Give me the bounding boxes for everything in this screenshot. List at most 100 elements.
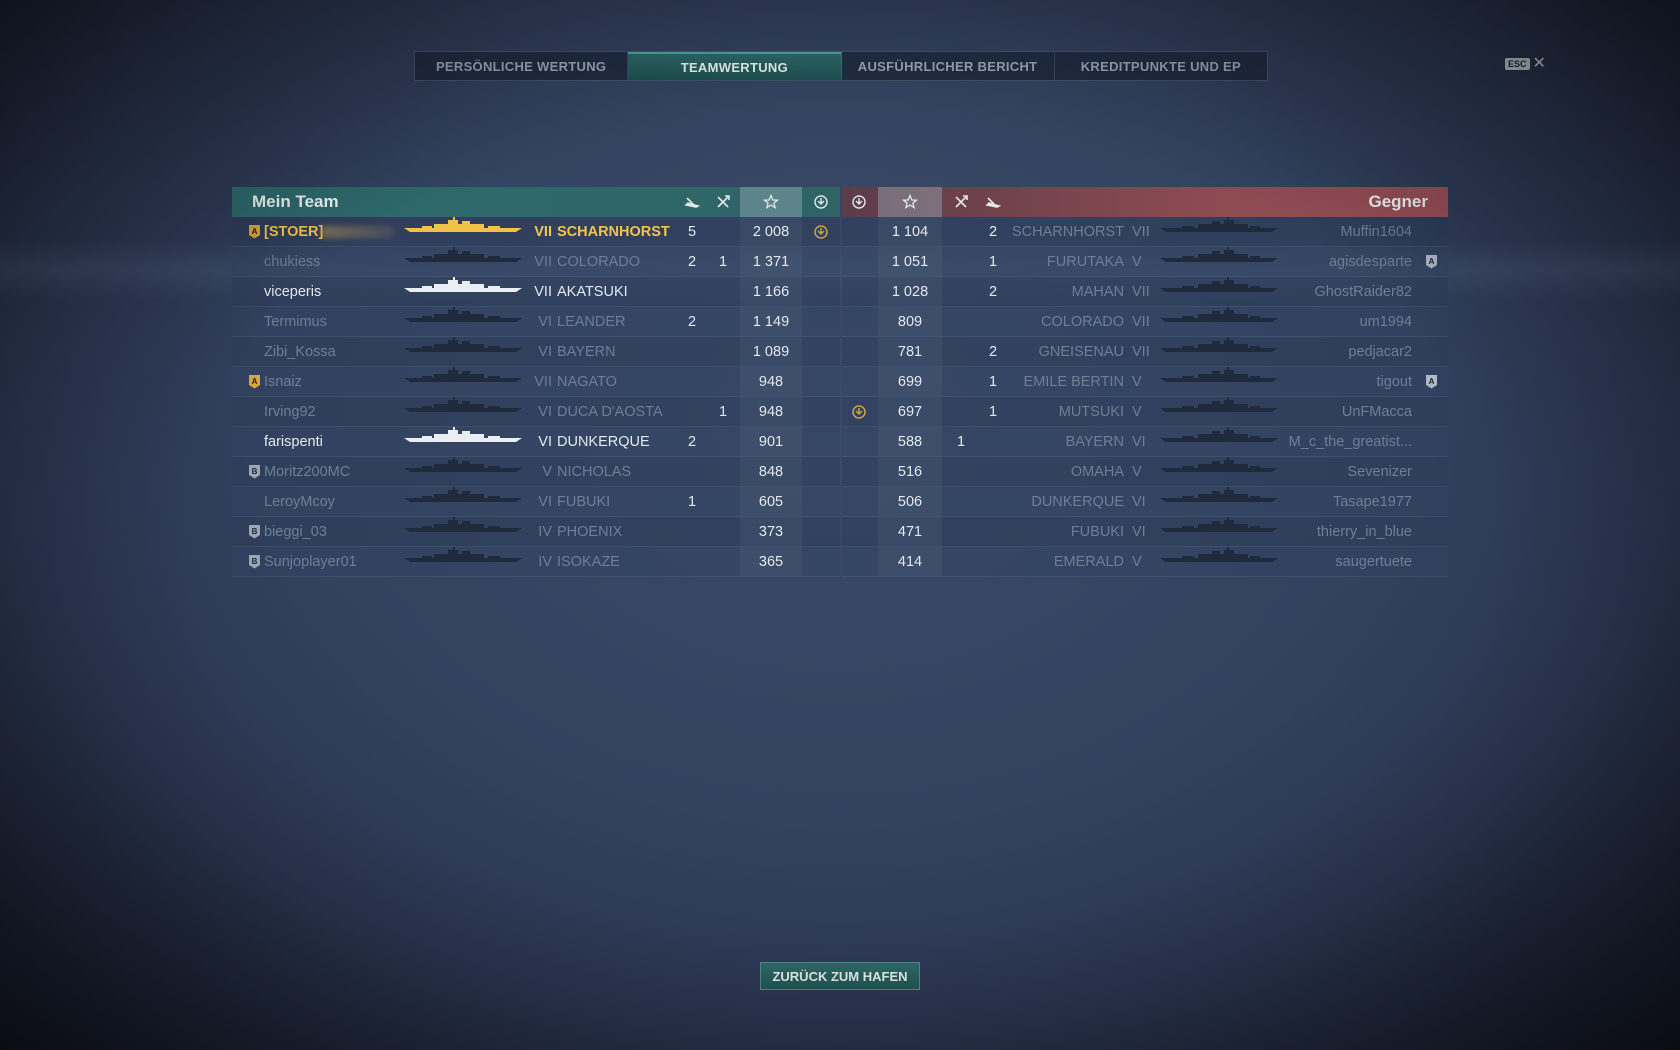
- table-row[interactable]: Bbieggi_03 IV PHOENIX 373: [232, 517, 840, 547]
- ship-name: BAYERN: [1065, 433, 1124, 450]
- table-row[interactable]: 1 028 2 MAHAN VII GhostRaider82: [842, 277, 1448, 307]
- player-name[interactable]: thierry_in_blue: [1317, 517, 1412, 546]
- table-row[interactable]: LeroyMcoy VI FUBUKI 1 605: [232, 487, 840, 517]
- player-name[interactable]: Termimus: [264, 307, 327, 336]
- planes-destroyed: 1: [718, 253, 728, 270]
- player-name[interactable]: UnFMacca: [1342, 397, 1412, 426]
- player-name[interactable]: saugertuete: [1335, 547, 1412, 576]
- table-row[interactable]: farispenti VI DUNKERQUE 2 901: [232, 427, 840, 457]
- tab-personal-score[interactable]: PERSÖNLICHE WERTUNG: [415, 52, 629, 80]
- table-row[interactable]: 506 DUNKERQUE VI Tasape1977: [842, 487, 1448, 517]
- table-row[interactable]: A Isnaiz VII NAGATO 948: [232, 367, 840, 397]
- table-row[interactable]: 697 1 MUTSUKI V UnFMacca: [842, 397, 1448, 427]
- ships-destroyed: [677, 337, 707, 366]
- ship-silhouette: [404, 367, 522, 383]
- division-badge: A: [249, 217, 260, 246]
- back-to-port-button[interactable]: ZURÜCK ZUM HAFEN: [760, 962, 920, 990]
- player-name[interactable]: agisdesparte: [1329, 247, 1412, 276]
- ship-tier: VII: [1132, 283, 1150, 300]
- player-name[interactable]: farispenti: [264, 427, 323, 456]
- experience-value: 605: [758, 493, 784, 510]
- experience-star-icon[interactable]: [740, 187, 802, 217]
- planes-destroyed: [946, 367, 976, 396]
- player-name[interactable]: pedjacar2: [1348, 337, 1412, 366]
- ships-destroyed: 1: [988, 253, 998, 270]
- player-name[interactable]: viceperis: [264, 277, 321, 306]
- table-row[interactable]: chukiess VII COLORADO 2 1 1 371: [232, 247, 840, 277]
- ship-silhouette: [404, 247, 522, 263]
- table-row[interactable]: A [STOER] VII SCHARNHORST 5 2 008: [232, 217, 840, 247]
- ship-silhouette: [1160, 307, 1278, 323]
- table-row[interactable]: 1 104 2 SCHARNHORST VII Muffin1604: [842, 217, 1448, 247]
- player-name[interactable]: M_c_the_greatist...: [1289, 427, 1412, 456]
- ship-silhouette: [1160, 397, 1278, 413]
- table-row[interactable]: 516 OMAHA V Sevenizer: [842, 457, 1448, 487]
- ship-silhouette: [1160, 427, 1278, 443]
- tab-credits-xp[interactable]: KREDITPUNKTE UND EP: [1055, 52, 1267, 80]
- planes-destroyed: 1: [718, 403, 728, 420]
- ship-silhouette: [1160, 487, 1278, 503]
- table-row[interactable]: B Sunjoplayer01 IV ISOKAZE 365: [232, 547, 840, 577]
- ship-tier: VII: [534, 223, 552, 240]
- player-name[interactable]: Tasape1977: [1333, 487, 1412, 516]
- ships-destroyed: [677, 547, 707, 576]
- experience-star-icon[interactable]: [878, 187, 942, 217]
- player-name[interactable]: LeroyMcoy: [264, 487, 335, 516]
- table-row[interactable]: Irving92 VI DUCA D'AOSTA 1 948: [232, 397, 840, 427]
- result-tabs: PERSÖNLICHE WERTUNG TEAMWERTUNG AUSFÜHRL…: [414, 51, 1268, 81]
- player-name[interactable]: Sevenizer: [1348, 457, 1412, 486]
- table-row[interactable]: 1 051 1 FURUTAKA Vagisdesparte A: [842, 247, 1448, 277]
- tab-team-score[interactable]: TEAMWERTUNG: [628, 52, 842, 80]
- ship-tier: VII: [534, 373, 552, 390]
- badge-icon: A: [249, 224, 260, 239]
- division-badge: A: [249, 367, 260, 396]
- player-name[interactable]: chukiess: [264, 247, 320, 276]
- ship-name: FUBUKI: [557, 493, 611, 510]
- table-row[interactable]: 781 2 GNEISENAU VII pedjacar2: [842, 337, 1448, 367]
- ships-destroyed: [677, 457, 707, 486]
- player-name[interactable]: bieggi_03: [264, 517, 327, 546]
- ships-destroyed: [978, 547, 1008, 576]
- planes-destroyed: [708, 487, 738, 516]
- table-row[interactable]: 809 COLORADO VII um1994: [842, 307, 1448, 337]
- ships-destroyed: 2: [687, 313, 697, 330]
- ship-tier: VII: [1132, 343, 1150, 360]
- table-row[interactable]: Termimus VI LEANDER 2 1 149: [232, 307, 840, 337]
- ship-silhouette: [404, 277, 522, 293]
- ship-name: ISOKAZE: [557, 553, 620, 570]
- table-row[interactable]: 414 EMERALD Vsaugertuete: [842, 547, 1448, 577]
- player-name[interactable]: GhostRaider82: [1314, 277, 1412, 306]
- table-row[interactable]: 588 1 BAYERN VI M_c_the_greatist...: [842, 427, 1448, 457]
- table-row[interactable]: 699 1 EMILE BERTIN Vtigout A: [842, 367, 1448, 397]
- player-name[interactable]: Zibi_Kossa: [264, 337, 336, 366]
- player-name[interactable]: tigout: [1377, 367, 1412, 396]
- ships-destroyed: 1: [988, 403, 998, 420]
- table-row[interactable]: viceperis VII AKATSUKI 1 166: [232, 277, 840, 307]
- tab-detailed-report[interactable]: AUSFÜHRLICHER BERICHT: [842, 52, 1055, 80]
- player-name[interactable]: Muffin1604: [1341, 217, 1412, 246]
- experience-value: 948: [758, 403, 784, 420]
- experience-value: 516: [897, 463, 923, 480]
- ship-name: GNEISENAU: [1038, 343, 1124, 360]
- ship-silhouette: [1160, 277, 1278, 293]
- player-name[interactable]: Sunjoplayer01: [264, 547, 357, 576]
- table-row[interactable]: B Moritz200MC V NICHOLAS 848: [232, 457, 840, 487]
- table-row[interactable]: Zibi_Kossa VI BAYERN 1 089: [232, 337, 840, 367]
- planes-destroyed: [946, 247, 976, 276]
- ship-silhouette: [404, 397, 522, 413]
- table-row[interactable]: 471 FUBUKI VI thierry_in_blue: [842, 517, 1448, 547]
- player-name[interactable]: [STOER]: [264, 217, 323, 246]
- planes-destroyed: [946, 457, 976, 486]
- player-name[interactable]: um1994: [1360, 307, 1412, 336]
- player-name[interactable]: Isnaiz: [264, 367, 302, 396]
- ship-tier: VI: [538, 403, 552, 420]
- player-name[interactable]: Moritz200MC: [264, 457, 350, 486]
- ship-silhouette: [1160, 217, 1278, 233]
- close-button[interactable]: ESC ✕: [1505, 56, 1546, 72]
- badge-icon: B: [249, 524, 260, 539]
- player-name[interactable]: Irving92: [264, 397, 316, 426]
- ships-destroyed: 1: [687, 493, 697, 510]
- ship-name: AKATSUKI: [557, 283, 628, 300]
- ship-silhouette: [1160, 367, 1278, 383]
- ship-tier: VI: [1132, 523, 1146, 540]
